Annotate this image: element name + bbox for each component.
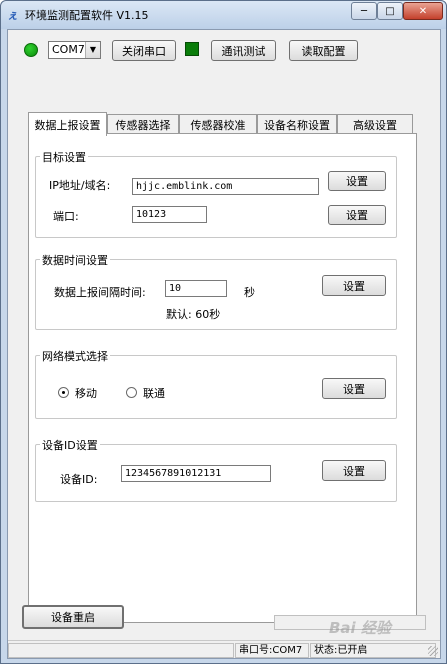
device-id-set-button[interactable]: 设置 (322, 460, 386, 481)
app-icon: ぇ (7, 9, 18, 22)
device-id-input[interactable]: 1234567891012131 (121, 465, 271, 482)
port-label: 端口: (53, 210, 79, 223)
device-id-label: 设备ID: (60, 473, 98, 486)
group-title: 目标设置 (40, 149, 88, 165)
minimize-icon: ─ (360, 5, 368, 17)
resize-grip-icon[interactable] (428, 646, 438, 656)
mobile-radio-label[interactable]: 移动 (75, 385, 97, 401)
tab-sensor-calibration[interactable]: 传感器校准 (179, 114, 257, 135)
status-state: 状态:已开启 (310, 643, 436, 658)
watermark: Bai 经验 (329, 619, 391, 637)
tab-device-name[interactable]: 设备名称设置 (257, 114, 337, 135)
close-window-button[interactable]: ✕ (403, 2, 443, 20)
status-bar: 串口号:COM7 状态:已开启 (8, 640, 440, 658)
tab-sensor-select[interactable]: 传感器选择 (107, 114, 179, 135)
interval-input[interactable]: 10 (165, 280, 227, 297)
ip-set-button[interactable]: 设置 (328, 171, 386, 191)
com-port-select[interactable]: COM7 ▼ (48, 41, 101, 59)
read-config-button[interactable]: 读取配置 (289, 40, 358, 61)
maximize-button[interactable]: □ (377, 2, 403, 20)
chevron-down-icon[interactable]: ▼ (85, 42, 100, 58)
app-window: ぇ 环境监测配置软件 V1.15 ─ □ ✕ COM7 ▼ 关闭串口 通讯测试 … (0, 0, 447, 664)
unicom-radio[interactable] (126, 387, 137, 398)
client-area: COM7 ▼ 关闭串口 通讯测试 读取配置 数据上报设置 传感器选择 传感器校准… (7, 29, 441, 659)
comm-test-button[interactable]: 通讯测试 (211, 40, 276, 61)
unicom-radio-label[interactable]: 联通 (143, 385, 165, 401)
com-port-value: COM7 (52, 43, 85, 56)
group-title: 网络模式选择 (40, 348, 110, 364)
interval-unit: 秒 (244, 286, 255, 299)
title-bar: ぇ 环境监测配置软件 V1.15 ─ □ ✕ (1, 1, 446, 29)
mobile-radio[interactable] (58, 387, 69, 398)
port-input[interactable]: 10123 (132, 206, 207, 223)
group-title: 设备ID设置 (40, 437, 100, 453)
tab-panel-data-report: 目标设置 IP地址/域名: hjjc.emblink.com 设置 端口: 10… (28, 133, 417, 623)
interval-label: 数据上报间隔时间: (54, 286, 146, 299)
status-indicator-icon (185, 42, 199, 56)
data-time-group: 数据时间设置 数据上报间隔时间: 10 秒 默认: 60秒 设置 (35, 252, 397, 330)
device-id-group: 设备ID设置 设备ID: 1234567891012131 设置 (35, 437, 397, 502)
tab-advanced[interactable]: 高级设置 (337, 114, 413, 135)
ip-label: IP地址/域名: (49, 179, 111, 192)
connection-led-icon (24, 43, 38, 57)
tab-label: 设备名称设置 (264, 119, 330, 132)
target-settings-group: 目标设置 IP地址/域名: hjjc.emblink.com 设置 端口: 10… (35, 149, 397, 238)
network-mode-group: 网络模式选择 移动 联通 设置 (35, 348, 397, 419)
status-port: 串口号:COM7 (235, 643, 309, 658)
port-set-button[interactable]: 设置 (328, 205, 386, 225)
interval-set-button[interactable]: 设置 (322, 275, 386, 296)
ip-input[interactable]: hjjc.emblink.com (132, 178, 319, 195)
close-icon: ✕ (418, 5, 428, 17)
tab-data-report[interactable]: 数据上报设置 (28, 112, 107, 136)
restart-device-button[interactable]: 设备重启 (22, 605, 124, 629)
interval-default-hint: 默认: 60秒 (166, 308, 221, 321)
tab-label: 传感器校准 (190, 119, 246, 132)
close-port-button[interactable]: 关闭串口 (112, 40, 176, 61)
maximize-icon: □ (385, 5, 395, 17)
status-pane-empty (8, 643, 234, 658)
tab-label: 数据上报设置 (34, 118, 101, 132)
group-title: 数据时间设置 (40, 252, 110, 268)
minimize-button[interactable]: ─ (351, 2, 377, 20)
tab-label: 传感器选择 (115, 119, 171, 132)
window-title: 环境监测配置软件 V1.15 (25, 9, 149, 22)
network-set-button[interactable]: 设置 (322, 378, 386, 399)
tab-label: 高级设置 (353, 119, 397, 132)
